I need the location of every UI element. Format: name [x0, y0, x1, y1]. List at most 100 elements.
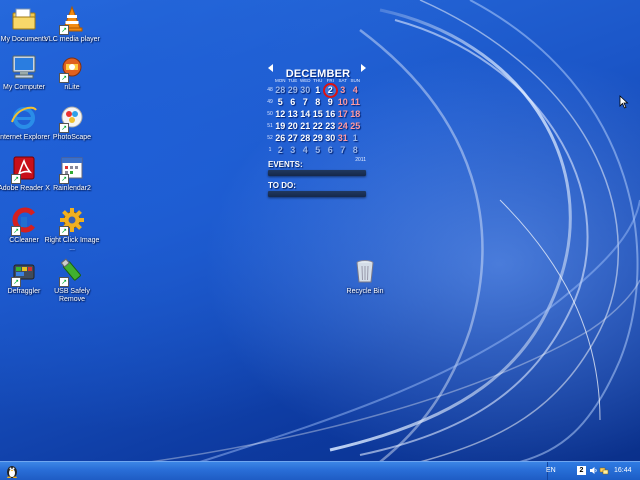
taskbar-clock[interactable]: 16:44: [614, 465, 632, 477]
icon-label: VLC media player: [44, 36, 100, 43]
desktop-icon-usb-safely-remove[interactable]: ↗ USB Safely Remove: [43, 256, 101, 304]
shortcut-arrow-icon: ↗: [59, 277, 69, 287]
calendar-day[interactable]: 14: [299, 108, 312, 120]
shortcut-arrow-icon: ↗: [59, 25, 69, 35]
taskbar: EN 2 16:44: [0, 461, 640, 480]
mouse-cursor-icon: [619, 95, 629, 109]
week-row: 49 5 6 7 8 9 10 11: [266, 96, 362, 108]
calendar-day[interactable]: 23: [324, 120, 337, 132]
week-number: 48: [267, 87, 273, 93]
calendar-day[interactable]: 18: [349, 108, 362, 120]
week-number: 51: [267, 123, 273, 129]
computer-icon: [12, 55, 36, 79]
desktop-icon-recycle-bin[interactable]: Recycle Bin: [336, 256, 394, 296]
calendar-day[interactable]: 24: [337, 120, 350, 132]
next-month-arrow-icon[interactable]: [361, 64, 366, 72]
weekday-label: MON: [275, 78, 286, 83]
calendar-day[interactable]: 9: [324, 96, 337, 108]
calendar-day[interactable]: 16: [324, 108, 337, 120]
weekday-label: SUN: [350, 78, 360, 83]
desktop-icon-photoscape[interactable]: ↗ PhotoScape: [43, 102, 101, 142]
calendar-day[interactable]: 10: [337, 96, 350, 108]
todo-panel[interactable]: TO DO:: [268, 181, 366, 197]
calendar-day[interactable]: 20: [287, 120, 300, 132]
tray-badge[interactable]: 2: [577, 466, 586, 475]
calendar-day[interactable]: 3: [337, 84, 350, 96]
desktop-icon-vlc[interactable]: ↗ VLC media player: [43, 4, 101, 44]
network-icon[interactable]: [599, 466, 609, 475]
calendar-day[interactable]: 1: [349, 132, 362, 144]
shortcut-arrow-icon: ↗: [11, 226, 21, 236]
calendar-day[interactable]: 2: [274, 144, 287, 156]
todo-title: TO DO:: [268, 181, 296, 190]
calendar-day[interactable]: 31: [337, 132, 350, 144]
week-row: 48 28 29 30 1 2 3 4: [266, 82, 362, 98]
calendar-day[interactable]: 17: [337, 108, 350, 120]
calendar-day[interactable]: 27: [287, 132, 300, 144]
calendar-day[interactable]: 28: [274, 84, 287, 96]
prev-month-arrow-icon[interactable]: [268, 64, 273, 72]
icon-label: nLite: [64, 84, 80, 91]
calendar-day[interactable]: 29: [287, 84, 300, 96]
calendar-day[interactable]: 29: [312, 132, 325, 144]
calendar-day[interactable]: 25: [349, 120, 362, 132]
calendar-day[interactable]: 30: [324, 132, 337, 144]
calendar-day[interactable]: 28: [299, 132, 312, 144]
calendar-header: DECEMBER: [266, 62, 370, 80]
calendar-day[interactable]: 7: [337, 144, 350, 156]
calendar-day[interactable]: 4: [349, 84, 362, 96]
week-row: 1 2 3 4 5 6 7 8: [266, 144, 362, 156]
calendar-day[interactable]: 5: [274, 96, 287, 108]
calendar-widget: DECEMBER MON TUE WED THU FRI SAT SUN 48 …: [266, 62, 370, 163]
desktop-icon-nlite[interactable]: ↗ nLite: [43, 52, 101, 92]
calendar-day[interactable]: 6: [287, 96, 300, 108]
events-bar: [268, 170, 366, 176]
icon-label: Rainlendar2: [53, 185, 91, 192]
calendar-day[interactable]: 11: [349, 96, 362, 108]
desktop-icon-rainlendar[interactable]: ↗ Rainlendar2: [43, 153, 101, 193]
calendar-day[interactable]: 5: [312, 144, 325, 156]
icon-label: Recycle Bin: [346, 288, 384, 295]
week-number: 52: [267, 135, 273, 141]
week-row: 52 26 27 28 29 30 31 1: [266, 132, 362, 144]
calendar-day[interactable]: 6: [324, 144, 337, 156]
shortcut-arrow-icon: ↗: [11, 277, 21, 287]
desktop-icon-right-click-image[interactable]: ↗ Right Click Image ...: [43, 205, 101, 253]
events-title: EVENTS:: [268, 160, 303, 169]
folder-documents-icon: [12, 8, 36, 30]
calendar-day[interactable]: 8: [349, 144, 362, 156]
language-indicator[interactable]: EN: [546, 465, 556, 477]
calendar-day[interactable]: 4: [299, 144, 312, 156]
shortcut-arrow-icon: ↗: [59, 73, 69, 83]
calendar-day[interactable]: 13: [287, 108, 300, 120]
shortcut-arrow-icon: ↗: [59, 174, 69, 184]
calendar-day-today[interactable]: 2: [322, 82, 338, 98]
icon-label: PhotoScape: [52, 134, 92, 141]
icon-label: USB Safely Remove: [54, 288, 90, 303]
calendar-month: DECEMBER: [285, 68, 351, 80]
events-panel[interactable]: EVENTS:: [268, 160, 366, 176]
calendar-day[interactable]: 12: [274, 108, 287, 120]
week-row: 51 19 20 21 22 23 24 25: [266, 120, 362, 132]
week-number: 49: [267, 99, 273, 105]
week-number: 1: [268, 147, 272, 153]
calendar-day[interactable]: 8: [312, 96, 325, 108]
todo-bar: [268, 191, 366, 197]
calendar-day[interactable]: 7: [299, 96, 312, 108]
calendar-day[interactable]: 21: [299, 120, 312, 132]
today-marker: 2: [322, 82, 338, 98]
calendar-day[interactable]: 26: [274, 132, 287, 144]
calendar-day[interactable]: 30: [299, 84, 312, 96]
shortcut-arrow-icon: ↗: [59, 123, 69, 133]
week-number: 50: [267, 111, 273, 117]
calendar-day[interactable]: 19: [274, 120, 287, 132]
shortcut-arrow-icon: ↗: [11, 174, 21, 184]
volume-icon[interactable]: [589, 466, 598, 475]
recycle-bin-icon: [356, 260, 374, 283]
start-button-penguin-icon[interactable]: [4, 464, 20, 478]
calendar-grid: MON TUE WED THU FRI SAT SUN 48 28 29 30 …: [266, 77, 362, 156]
calendar-day[interactable]: 3: [287, 144, 300, 156]
week-row: 50 12 13 14 15 16 17 18: [266, 108, 362, 120]
calendar-day[interactable]: 22: [312, 120, 325, 132]
calendar-day[interactable]: 15: [312, 108, 325, 120]
